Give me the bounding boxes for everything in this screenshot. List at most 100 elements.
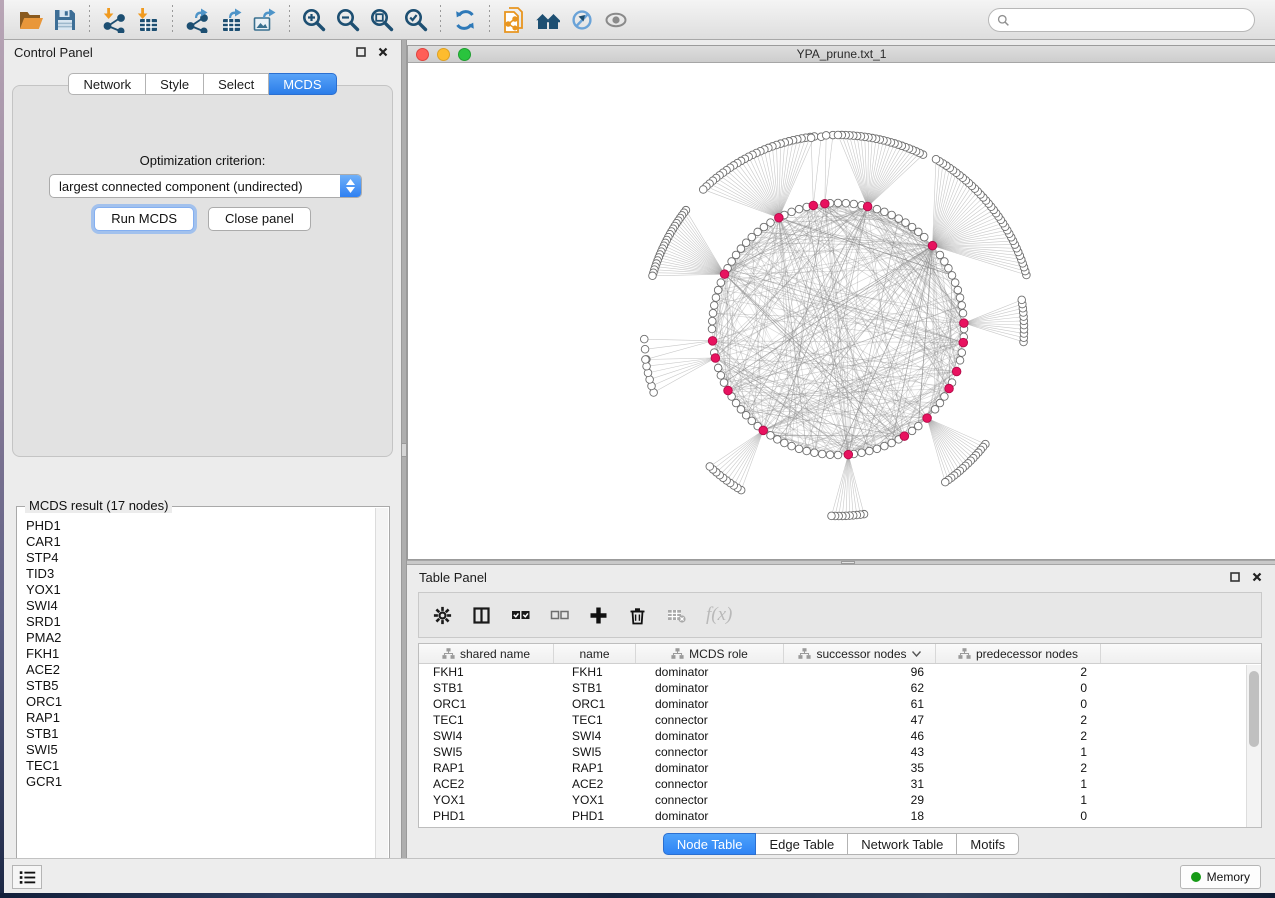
table-toolbar: f(x) <box>418 592 1262 638</box>
control-panel: Control Panel Network Style Select MCDS … <box>4 40 401 858</box>
table-row[interactable]: SWI5SWI5connector431 <box>419 744 1261 760</box>
import-table-button[interactable] <box>131 4 165 36</box>
minimize-window-icon[interactable] <box>437 48 450 61</box>
tab-edge-table[interactable]: Edge Table <box>756 833 848 855</box>
criterion-dropdown[interactable]: largest connected component (undirected) <box>49 174 362 198</box>
hide-glyph-button[interactable] <box>565 4 599 36</box>
mcds-result-item[interactable]: SWI5 <box>26 742 375 758</box>
houses-button[interactable] <box>531 4 565 36</box>
table-row[interactable]: PHD1PHD1dominator180 <box>419 808 1261 824</box>
memory-button[interactable]: Memory <box>1180 865 1261 889</box>
tab-network-table[interactable]: Network Table <box>848 833 957 855</box>
table-row[interactable]: ORC1ORC1dominator610 <box>419 696 1261 712</box>
close-panel-button[interactable]: Close panel <box>208 207 311 231</box>
checked-boxes-button[interactable] <box>511 606 530 625</box>
mcds-result-item[interactable]: RAP1 <box>26 710 375 726</box>
mcds-result-item[interactable]: TEC1 <box>26 758 375 774</box>
table-float-icon[interactable] <box>1227 570 1243 584</box>
zoom-fit-button[interactable] <box>365 4 399 36</box>
mcds-result-item[interactable]: SWI4 <box>26 598 375 614</box>
tab-network[interactable]: Network <box>68 73 146 95</box>
column-split-button[interactable] <box>472 606 491 625</box>
open-folder-button[interactable] <box>14 4 48 36</box>
mcds-result-item[interactable]: STB5 <box>26 678 375 694</box>
export-network-button[interactable] <box>180 4 214 36</box>
tree-column-icon <box>442 647 455 660</box>
table-row[interactable]: TEC1TEC1connector472 <box>419 712 1261 728</box>
table-row[interactable]: ACE2ACE2connector311 <box>419 776 1261 792</box>
control-panel-tabbar: Network Style Select MCDS <box>4 73 401 95</box>
close-window-icon[interactable] <box>416 48 429 61</box>
cytoscape-app: Control Panel Network Style Select MCDS … <box>0 0 1275 898</box>
column-header-predecessor-nodes[interactable]: predecessor nodes <box>936 644 1101 663</box>
table-close-icon[interactable] <box>1249 570 1265 584</box>
zoom-in-button[interactable] <box>297 4 331 36</box>
mcds-result-item[interactable]: YOX1 <box>26 582 375 598</box>
zoom-selected-button[interactable] <box>399 4 433 36</box>
run-mcds-button[interactable]: Run MCDS <box>94 207 194 231</box>
function-builder-icon[interactable]: f(x) <box>706 604 732 626</box>
toolbar-separator <box>289 5 290 35</box>
memory-status-icon <box>1191 872 1201 882</box>
network-document-icon <box>501 7 527 33</box>
table-row[interactable]: STB1STB1dominator620 <box>419 680 1261 696</box>
network-canvas[interactable] <box>408 63 1274 559</box>
toolbar-separator <box>89 5 90 35</box>
mcds-result-item[interactable]: GCR1 <box>26 774 375 790</box>
network-document-button[interactable] <box>497 4 531 36</box>
table-panel-header: Table Panel <box>407 565 1275 589</box>
table-row[interactable]: FKH1FKH1dominator962 <box>419 664 1261 680</box>
mcds-result-item[interactable]: STB1 <box>26 726 375 742</box>
export-table-button[interactable] <box>214 4 248 36</box>
tab-node-table[interactable]: Node Table <box>663 833 757 855</box>
table-row[interactable]: RAP1RAP1dominator352 <box>419 760 1261 776</box>
search-box[interactable] <box>988 8 1255 32</box>
table-scrollbar[interactable] <box>1246 665 1261 827</box>
mcds-result-item[interactable]: FKH1 <box>26 646 375 662</box>
column-header-successor-nodes[interactable]: successor nodes <box>784 644 936 663</box>
refresh-button[interactable] <box>448 4 482 36</box>
mcds-result-item[interactable]: STP4 <box>26 550 375 566</box>
unchecked-boxes-button[interactable] <box>550 606 569 625</box>
mcds-result-item[interactable]: TID3 <box>26 566 375 582</box>
mcds-result-item[interactable]: PMA2 <box>26 630 375 646</box>
export-image-button[interactable] <box>248 4 282 36</box>
houses-icon <box>535 7 561 33</box>
export-table-icon <box>218 7 244 33</box>
import-network-button[interactable] <box>97 4 131 36</box>
table-panel-title: Table Panel <box>419 570 487 585</box>
show-glyph-button[interactable] <box>599 4 633 36</box>
tree-column-icon <box>958 647 971 660</box>
maximize-window-icon[interactable] <box>458 48 471 61</box>
table-row[interactable]: SWI4SWI4dominator462 <box>419 728 1261 744</box>
trash-button[interactable] <box>628 606 647 625</box>
column-header-MCDS-role[interactable]: MCDS role <box>636 644 784 663</box>
network-window-titlebar[interactable]: YPA_prune.txt_1 <box>408 46 1275 63</box>
table-delete-button[interactable] <box>667 606 686 625</box>
tab-mcds[interactable]: MCDS <box>269 73 336 95</box>
column-header-name[interactable]: name <box>554 644 636 663</box>
search-input[interactable] <box>1015 13 1246 27</box>
gear-button[interactable] <box>433 606 452 625</box>
table-scrollbar-thumb[interactable] <box>1249 671 1259 747</box>
table-row[interactable]: YOX1YOX1connector291 <box>419 792 1261 808</box>
mcds-result-item[interactable]: ACE2 <box>26 662 375 678</box>
tab-motifs[interactable]: Motifs <box>957 833 1019 855</box>
mcds-result-item[interactable]: ORC1 <box>26 694 375 710</box>
tab-select[interactable]: Select <box>204 73 269 95</box>
close-icon[interactable] <box>375 45 391 59</box>
mcds-result-item[interactable]: PHD1 <box>26 518 375 534</box>
column-header-shared-name[interactable]: shared name <box>419 644 554 663</box>
plus-button[interactable] <box>589 606 608 625</box>
mcds-result-item[interactable]: CAR1 <box>26 534 375 550</box>
float-icon[interactable] <box>353 45 369 59</box>
mcds-result-list[interactable]: PHD1CAR1STP4TID3YOX1SWI4SRD1PMA2FKH1ACE2… <box>18 510 375 876</box>
criterion-value: largest connected component (undirected) <box>50 179 340 194</box>
zoom-out-button[interactable] <box>331 4 365 36</box>
save-button[interactable] <box>48 4 82 36</box>
mcds-list-scrollbar[interactable] <box>375 508 388 876</box>
mcds-result-item[interactable]: SRD1 <box>26 614 375 630</box>
tab-style[interactable]: Style <box>146 73 204 95</box>
table-tabs: Node TableEdge TableNetwork TableMotifs <box>407 833 1275 855</box>
task-history-button[interactable] <box>12 865 42 889</box>
